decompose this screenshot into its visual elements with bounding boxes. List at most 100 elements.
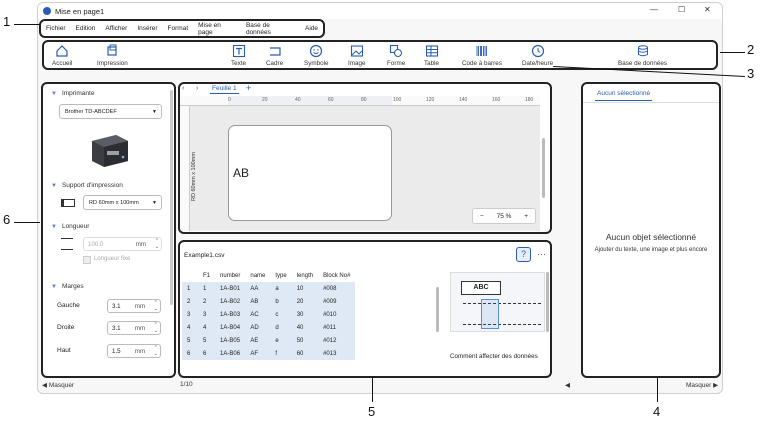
ribbon-forme-button[interactable]: Forme: [387, 44, 405, 67]
table-cell[interactable]: AB: [245, 295, 271, 308]
canvas-area[interactable]: RD 60mm x 100mm AB − 75 % +: [190, 106, 540, 231]
ribbon-symbole-button[interactable]: Symbole: [304, 44, 329, 67]
ribbon-date-heure-button[interactable]: Date/heure: [522, 44, 553, 67]
margin-left-input[interactable]: 3.1 mm ⌃ ⌄: [107, 299, 161, 313]
ribbon-accueil-button[interactable]: Accueil: [52, 44, 72, 67]
settings-scrollbar[interactable]: [170, 90, 173, 305]
length-input[interactable]: 100.0 mm ⌃ ⌄: [83, 237, 162, 251]
section-imprimante[interactable]: ▼ Imprimante: [51, 90, 94, 97]
table-cell[interactable]: #013: [318, 347, 356, 360]
label-text-object[interactable]: AB: [233, 166, 249, 180]
media-select[interactable]: RD 60mm x 100mm ▼: [83, 195, 162, 210]
table-cell[interactable]: b: [270, 295, 292, 308]
sheet-prev-icon[interactable]: ‹: [182, 85, 184, 92]
help-title[interactable]: Comment affecter des données: [450, 352, 540, 361]
ribbon-texte-button[interactable]: Texte: [231, 44, 246, 67]
label-preview[interactable]: AB: [228, 125, 392, 221]
table-cell[interactable]: d: [270, 321, 292, 334]
table-row[interactable]: 1 1 1A-B01 AA a 10 #008: [182, 282, 356, 295]
column-header[interactable]: name: [245, 269, 270, 282]
fixed-length-checkbox[interactable]: [83, 256, 91, 264]
stepper-icon[interactable]: ⌃ ⌄: [155, 238, 159, 250]
column-header[interactable]: type: [270, 269, 291, 282]
hide-left-button[interactable]: ◀ Masquer: [42, 381, 74, 389]
ribbon-base-de-donnees-button[interactable]: Base de données: [618, 44, 667, 67]
maximize-icon[interactable]: ☐: [678, 5, 685, 14]
tab-feuille-1[interactable]: Feuille 1: [210, 85, 239, 94]
table-cell[interactable]: 1A-B01: [215, 282, 246, 295]
table-cell[interactable]: 50: [291, 334, 319, 347]
menu-mise-en-page[interactable]: Mise en page: [193, 22, 241, 36]
table-cell[interactable]: #011: [318, 321, 356, 334]
table-cell[interactable]: 30: [291, 308, 319, 321]
minimize-icon[interactable]: —: [650, 5, 658, 14]
sheet-next-icon[interactable]: ›: [196, 85, 198, 92]
menu-format[interactable]: Format: [163, 25, 194, 32]
table-cell[interactable]: 1A-B02: [215, 295, 246, 308]
table-cell[interactable]: c: [270, 308, 292, 321]
table-cell[interactable]: 1: [198, 282, 216, 295]
table-cell[interactable]: f: [270, 347, 292, 360]
table-cell[interactable]: 5: [198, 334, 216, 347]
printer-select[interactable]: Brother TD-ABCDEF ▼: [59, 104, 162, 119]
table-cell[interactable]: #008: [318, 282, 356, 295]
stepper-icon[interactable]: ⌃ ⌄: [154, 322, 158, 334]
table-cell[interactable]: 1A-B04: [215, 321, 246, 334]
ribbon-table-button[interactable]: Table: [424, 44, 439, 67]
table-scrollbar[interactable]: [436, 287, 439, 332]
menu-aide[interactable]: Aide: [300, 25, 323, 32]
table-cell[interactable]: 1A-B06: [215, 347, 246, 360]
tab-aucun-selectionne[interactable]: Aucun sélectionné: [595, 90, 653, 101]
table-cell[interactable]: AE: [245, 334, 271, 347]
menu-base-de-donnees[interactable]: Base de données: [241, 22, 300, 36]
column-header[interactable]: number: [215, 269, 245, 282]
table-row[interactable]: 3 3 1A-B03 AC c 30 #010: [182, 308, 356, 321]
table-cell[interactable]: 1A-B05: [215, 334, 246, 347]
table-cell[interactable]: 3: [198, 308, 216, 321]
help-scrollbar[interactable]: [546, 272, 549, 332]
table-cell[interactable]: e: [270, 334, 292, 347]
table-cell[interactable]: 60: [291, 347, 319, 360]
menu-fichier[interactable]: Fichier: [41, 25, 71, 32]
section-support[interactable]: ▼ Support d'impression: [51, 182, 123, 189]
caret-left-icon[interactable]: ◀: [565, 381, 570, 389]
table-cell[interactable]: 6: [198, 347, 216, 360]
table-cell[interactable]: #009: [318, 295, 356, 308]
table-cell[interactable]: #010: [318, 308, 356, 321]
margin-right-input[interactable]: 3.1 mm ⌃ ⌄: [107, 321, 161, 335]
more-options-icon[interactable]: ···: [537, 249, 546, 259]
ribbon-image-button[interactable]: Image: [348, 44, 366, 67]
column-header[interactable]: length: [292, 269, 318, 282]
table-cell[interactable]: AF: [245, 347, 271, 360]
table-cell[interactable]: 40: [291, 321, 319, 334]
table-cell[interactable]: AA: [245, 282, 271, 295]
table-cell[interactable]: 1A-B03: [215, 308, 246, 321]
table-cell[interactable]: 10: [291, 282, 319, 295]
menu-inserer[interactable]: Insérer: [132, 25, 162, 32]
close-icon[interactable]: ✕: [704, 5, 711, 14]
stepper-icon[interactable]: ⌃ ⌄: [154, 300, 158, 312]
menu-edition[interactable]: Edition: [71, 25, 101, 32]
section-longueur[interactable]: ▼ Longueur: [51, 223, 89, 230]
table-cell[interactable]: 20: [291, 295, 319, 308]
section-marges[interactable]: ▼ Marges: [51, 283, 84, 290]
ribbon-code-a-barres-button[interactable]: Code à barres: [462, 44, 502, 67]
margin-top-input[interactable]: 1.5 mm ⌃ ⌄: [107, 344, 161, 358]
table-cell[interactable]: a: [270, 282, 292, 295]
table-row[interactable]: 5 5 1A-B05 AE e 50 #012: [182, 334, 356, 347]
zoom-out-button[interactable]: −: [480, 213, 484, 220]
canvas-scrollbar[interactable]: [542, 138, 545, 198]
table-row[interactable]: 6 6 1A-B06 AF f 60 #013: [182, 347, 356, 360]
table-cell[interactable]: 2: [198, 295, 216, 308]
hide-right-button[interactable]: Masquer ▶: [686, 381, 718, 389]
column-header[interactable]: F1: [198, 269, 215, 282]
ribbon-cadre-button[interactable]: Cadre: [266, 44, 283, 67]
menu-afficher[interactable]: Afficher: [100, 25, 132, 32]
ribbon-impression-button[interactable]: Impression: [97, 44, 128, 67]
table-row[interactable]: 4 4 1A-B04 AD d 40 #011: [182, 321, 356, 334]
zoom-in-button[interactable]: +: [524, 213, 528, 220]
column-header[interactable]: Block No#: [318, 269, 355, 282]
table-cell[interactable]: #012: [318, 334, 356, 347]
add-sheet-icon[interactable]: +: [246, 84, 251, 93]
stepper-icon[interactable]: ⌃ ⌄: [154, 345, 158, 357]
